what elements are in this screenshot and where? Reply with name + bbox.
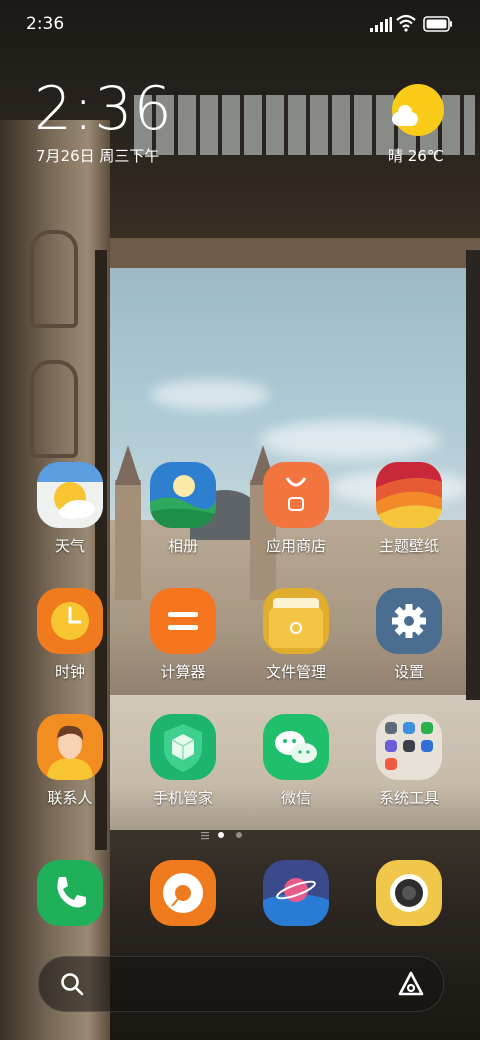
file-manager-icon [263,588,329,654]
wallpaper-door-panel [30,360,78,458]
weather-widget-text[interactable]: 晴 26℃ [388,145,444,166]
wallpaper-beam [110,238,480,268]
page-indicator [200,830,260,840]
themes-icon [376,462,442,528]
battery-icon [423,16,452,32]
app-themes[interactable]: 主题壁纸 [353,462,465,572]
app-label: 微信 [280,789,311,807]
camera-icon[interactable] [376,860,442,926]
app-label: 手机管家 [152,789,213,807]
wallpaper-column [466,250,480,700]
app-security[interactable]: 手机管家 [127,714,239,824]
gallery-app-icon [150,462,216,528]
search-icon[interactable] [59,971,85,997]
drawer-lines-icon [201,832,209,840]
search-bar[interactable] [38,956,444,1012]
settings-gear-icon [376,588,442,654]
app-label: 应用商店 [265,537,326,555]
security-shield-icon [150,714,216,780]
app-label: 时钟 [54,663,85,681]
app-weather[interactable]: 天气 [14,462,126,572]
app-label: 文件管理 [265,663,326,681]
app-gallery[interactable]: 相册 [127,462,239,572]
calculator-icon [150,588,216,654]
app-label: 主题壁纸 [378,537,439,555]
clock-widget-date[interactable]: 7月26日 周三下午 [36,145,159,166]
app-label: 系统工具 [378,789,439,807]
clock-app-icon [37,588,103,654]
app-label: 联系人 [47,789,93,807]
app-label: 计算器 [160,663,206,681]
status-bar: 2:36 [0,0,480,50]
phone-icon[interactable] [37,860,103,926]
app-system-tools-folder[interactable]: 系统工具 [353,714,465,824]
app-store-icon [263,462,329,528]
assistant-icon[interactable] [397,970,425,998]
app-label: 相册 [167,537,198,555]
app-store[interactable]: 应用商店 [240,462,352,572]
app-clock[interactable]: 时钟 [14,588,126,698]
app-contacts[interactable]: 联系人 [14,714,126,824]
clock-widget-time[interactable]: 2:36 [34,74,173,144]
wallpaper-door-panel [30,230,78,328]
app-file-manager[interactable]: 文件管理 [240,588,352,698]
wechat-icon [263,714,329,780]
contacts-icon [37,714,103,780]
page-dot[interactable] [236,832,242,838]
app-calculator[interactable]: 计算器 [127,588,239,698]
system-tools-folder-icon [376,714,442,780]
app-wechat[interactable]: 微信 [240,714,352,824]
browser-icon[interactable] [263,860,329,926]
weather-app-icon [37,462,103,528]
wifi-icon [396,14,416,32]
music-icon[interactable] [150,860,216,926]
signal-icon [370,17,392,32]
app-settings[interactable]: 设置 [353,588,465,698]
page-dot-active[interactable] [218,832,224,838]
app-label: 天气 [54,537,85,555]
app-label: 设置 [393,663,424,681]
wallpaper-cloud [150,380,270,410]
wallpaper-cloud [260,420,440,460]
status-time: 2:36 [26,14,65,34]
